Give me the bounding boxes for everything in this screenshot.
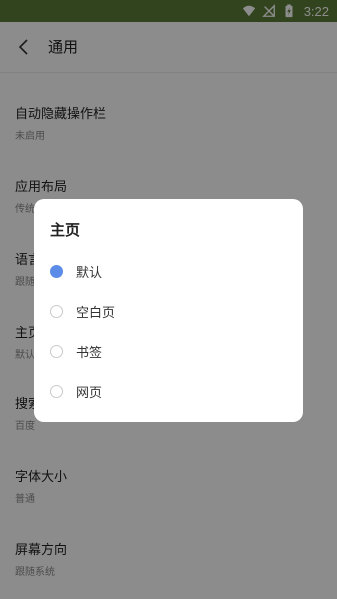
option-label: 空白页 (76, 305, 116, 321)
option-web-page[interactable]: 网页 (50, 378, 102, 404)
option-blank-page[interactable]: 空白页 (50, 298, 115, 324)
radio-selected-icon[interactable] (50, 264, 63, 278)
option-label: 默认 (76, 265, 103, 281)
option-bookmarks[interactable]: 书签 (50, 338, 102, 364)
radio-unselected-icon[interactable] (50, 304, 63, 318)
option-label: 书签 (76, 345, 103, 361)
dialog-title: 主页 (50, 221, 81, 239)
radio-unselected-icon[interactable] (50, 384, 63, 398)
option-label: 网页 (76, 385, 103, 401)
option-default[interactable]: 默认 (50, 258, 102, 284)
homepage-dialog: 主页 默认 空白页 书签 网页 (34, 199, 303, 422)
radio-unselected-icon[interactable] (50, 344, 63, 358)
